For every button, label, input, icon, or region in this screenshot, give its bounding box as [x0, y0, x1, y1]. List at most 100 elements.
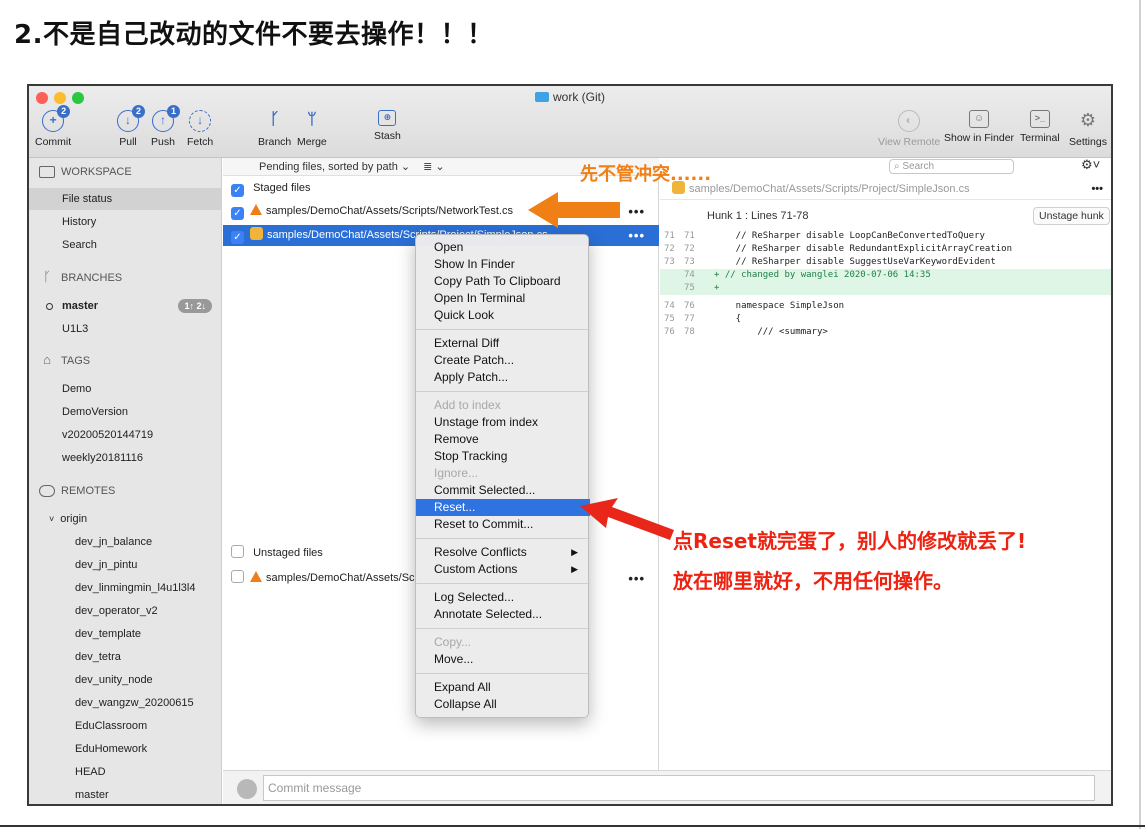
orange-arrow-shape	[528, 192, 620, 228]
sidebar-item-file-status[interactable]: File status	[29, 188, 222, 210]
annotation-reset-warning: 点Reset就完蛋了，别人的修改就丢了!	[673, 529, 1027, 553]
sidebar-item-remote-branch[interactable]: dev_operator_v2	[29, 600, 222, 622]
branch-button[interactable]: ᚴ Branch	[258, 110, 291, 148]
push-icon: ↑ 1	[151, 105, 180, 132]
new-line-number: 71	[684, 231, 695, 241]
menu-item-external-diff[interactable]: External Diff	[416, 335, 590, 352]
diff-line: 76 78 /// <summary>	[660, 326, 1111, 339]
diff-line-text: // ReSharper disable LoopCanBeConvertedT…	[714, 231, 985, 241]
diff-line: 75 77 {	[660, 313, 1111, 326]
diff-line: 74 76 namespace SimpleJson	[660, 300, 1111, 313]
sidebar-item-remote-branch[interactable]: dev_unity_node	[29, 669, 222, 691]
menu-item-open-in-terminal[interactable]: Open In Terminal	[416, 290, 590, 307]
more-options-button[interactable]: •••	[628, 568, 645, 589]
menu-item-log-selected[interactable]: Log Selected...	[416, 589, 590, 606]
sidebar-item-remote-branch[interactable]: EduClassroom	[29, 715, 222, 737]
file-checkbox[interactable]: ✓	[231, 207, 244, 220]
diff-line-added: 75 +	[660, 282, 1111, 295]
merge-button[interactable]: ᛘ Merge	[297, 110, 327, 148]
sort-dropdown[interactable]: Pending files, sorted by path ⌄	[259, 161, 410, 173]
folder-icon	[535, 92, 549, 102]
menu-item-collapse-all[interactable]: Collapse All	[416, 696, 590, 713]
menu-item-move[interactable]: Move...	[416, 651, 590, 668]
menu-item-unstage-from-index[interactable]: Unstage from index	[416, 414, 590, 431]
push-button[interactable]: ↑ 1 Push	[151, 105, 180, 148]
sidebar-item-remote-branch[interactable]: dev_jn_pintu	[29, 554, 222, 576]
more-options-button[interactable]: •••	[628, 201, 645, 222]
menu-item-create-patch[interactable]: Create Patch...	[416, 352, 590, 369]
menu-item-remove[interactable]: Remove	[416, 431, 590, 448]
menu-item-quick-look[interactable]: Quick Look	[416, 307, 590, 324]
stash-button[interactable]: ⊕ Stash	[374, 110, 401, 142]
menu-item-commit-selected[interactable]: Commit Selected...	[416, 482, 590, 499]
sidebar-item-remote-branch[interactable]: dev_template	[29, 623, 222, 645]
diff-line-text: namespace SimpleJson	[714, 301, 845, 311]
fetch-button[interactable]: ↓ Fetch	[187, 110, 213, 148]
diff-line-added: 74 + // changed by wanglei 2020-07-06 14:…	[660, 269, 1111, 282]
staged-checkbox[interactable]: ✓	[231, 184, 244, 197]
menu-separator	[416, 673, 590, 674]
red-arrow-shape	[580, 498, 674, 540]
workspace-section-header: WORKSPACE	[39, 166, 132, 178]
sidebar-item-tag[interactable]: Demo	[29, 378, 222, 400]
file-checkbox[interactable]: ✓	[231, 231, 244, 244]
diff-line-text: /// <summary>	[714, 327, 828, 337]
context-menu: Open Show In Finder Copy Path To Clipboard…	[415, 234, 590, 718]
sidebar-item-remote-branch[interactable]: dev_jn_balance	[29, 531, 222, 553]
view-remote-button[interactable]: ◐ View Remote	[878, 110, 940, 148]
page-border-bottom	[0, 825, 1145, 827]
commit-bar: Commit message	[223, 770, 1111, 804]
menu-item-apply-patch[interactable]: Apply Patch...	[416, 369, 590, 386]
gear-icon: ⚙	[1079, 110, 1097, 130]
menu-item-annotate-selected[interactable]: Annotate Selected...	[416, 606, 590, 623]
sidebar-item-history[interactable]: History	[29, 211, 222, 233]
sidebar-item-remote-branch[interactable]: HEAD	[29, 761, 222, 783]
menu-item-reset[interactable]: Reset...	[416, 499, 590, 516]
sidebar-item-search[interactable]: Search	[29, 234, 222, 256]
sidebar-item-origin[interactable]: ˅ origin	[29, 508, 222, 530]
sidebar-item-master[interactable]: master 1↑ 2↓	[29, 295, 222, 317]
more-options-button[interactable]: •••	[1091, 178, 1103, 200]
sidebar-item-remote-branch[interactable]: dev_wangzw_20200615	[29, 692, 222, 714]
commit-message-input[interactable]: Commit message	[263, 775, 1095, 801]
new-line-number: 72	[684, 244, 695, 254]
file-checkbox[interactable]	[231, 570, 244, 583]
menu-item-stop-tracking[interactable]: Stop Tracking	[416, 448, 590, 465]
menu-item-copy-path-to-clipboard[interactable]: Copy Path To Clipboard	[416, 273, 590, 290]
menu-item-add-to-index: Add to index	[434, 398, 501, 412]
menu-item-expand-all[interactable]: Expand All	[416, 679, 590, 696]
show-in-finder-button[interactable]: ☺ Show in Finder	[944, 110, 1014, 144]
gear-icon[interactable]: ⚙˅	[1081, 157, 1100, 173]
menu-separator	[416, 583, 590, 584]
menu-item-reset-to-commit[interactable]: Reset to Commit...	[416, 516, 590, 533]
terminal-button[interactable]: >_ Terminal	[1020, 110, 1060, 144]
sidebar-item-tag[interactable]: v20200520144719	[29, 424, 222, 446]
menu-item-show-in-finder[interactable]: Show In Finder	[416, 256, 590, 273]
sidebar-item-remote-branch[interactable]: EduHomework	[29, 738, 222, 760]
menu-item-open[interactable]: Open	[416, 239, 590, 256]
branch-icon: ᚴ	[269, 111, 280, 128]
menu-item-custom-actions[interactable]: Custom Actions ▶	[416, 561, 590, 578]
unstage-hunk-button[interactable]: Unstage hunk	[1033, 207, 1110, 225]
pull-button[interactable]: ↓ 2 Pull	[117, 105, 145, 148]
sidebar-item-remote-branch[interactable]: dev_tetra	[29, 646, 222, 668]
sidebar-item-remote-branch[interactable]: dev_linmingmin_l4u1l3l4	[29, 577, 222, 599]
sidebar: WORKSPACE File status History Search ᚴ BR…	[29, 158, 222, 804]
more-options-button[interactable]: •••	[628, 225, 645, 246]
sidebar-item-u1l3[interactable]: U1L3	[29, 318, 222, 340]
menu-item-resolve-conflicts[interactable]: Resolve Conflicts ▶	[416, 544, 590, 561]
sidebar-item-remote-branch[interactable]: master	[29, 784, 222, 804]
menu-separator	[416, 628, 590, 629]
diff-line: 71 71 // ReSharper disable LoopCanBeConve…	[660, 230, 1111, 243]
sidebar-item-tag[interactable]: DemoVersion	[29, 401, 222, 423]
modified-icon	[250, 227, 263, 240]
unstaged-checkbox[interactable]	[231, 545, 244, 558]
sidebar-item-tag[interactable]: weekly20181116	[29, 447, 222, 469]
submenu-arrow-icon: ▶	[571, 547, 578, 557]
view-mode-dropdown[interactable]: ≣ ⌄	[423, 161, 445, 173]
commit-button[interactable]: +2 Commit	[35, 105, 71, 148]
settings-button[interactable]: ⚙ Settings	[1069, 110, 1107, 148]
search-input[interactable]: ⌕ Search	[889, 159, 1014, 174]
ahead-behind-badge: 1↑ 2↓	[178, 299, 212, 313]
diff-line-text: + // changed by wanglei 2020-07-06 14:35	[714, 270, 931, 280]
